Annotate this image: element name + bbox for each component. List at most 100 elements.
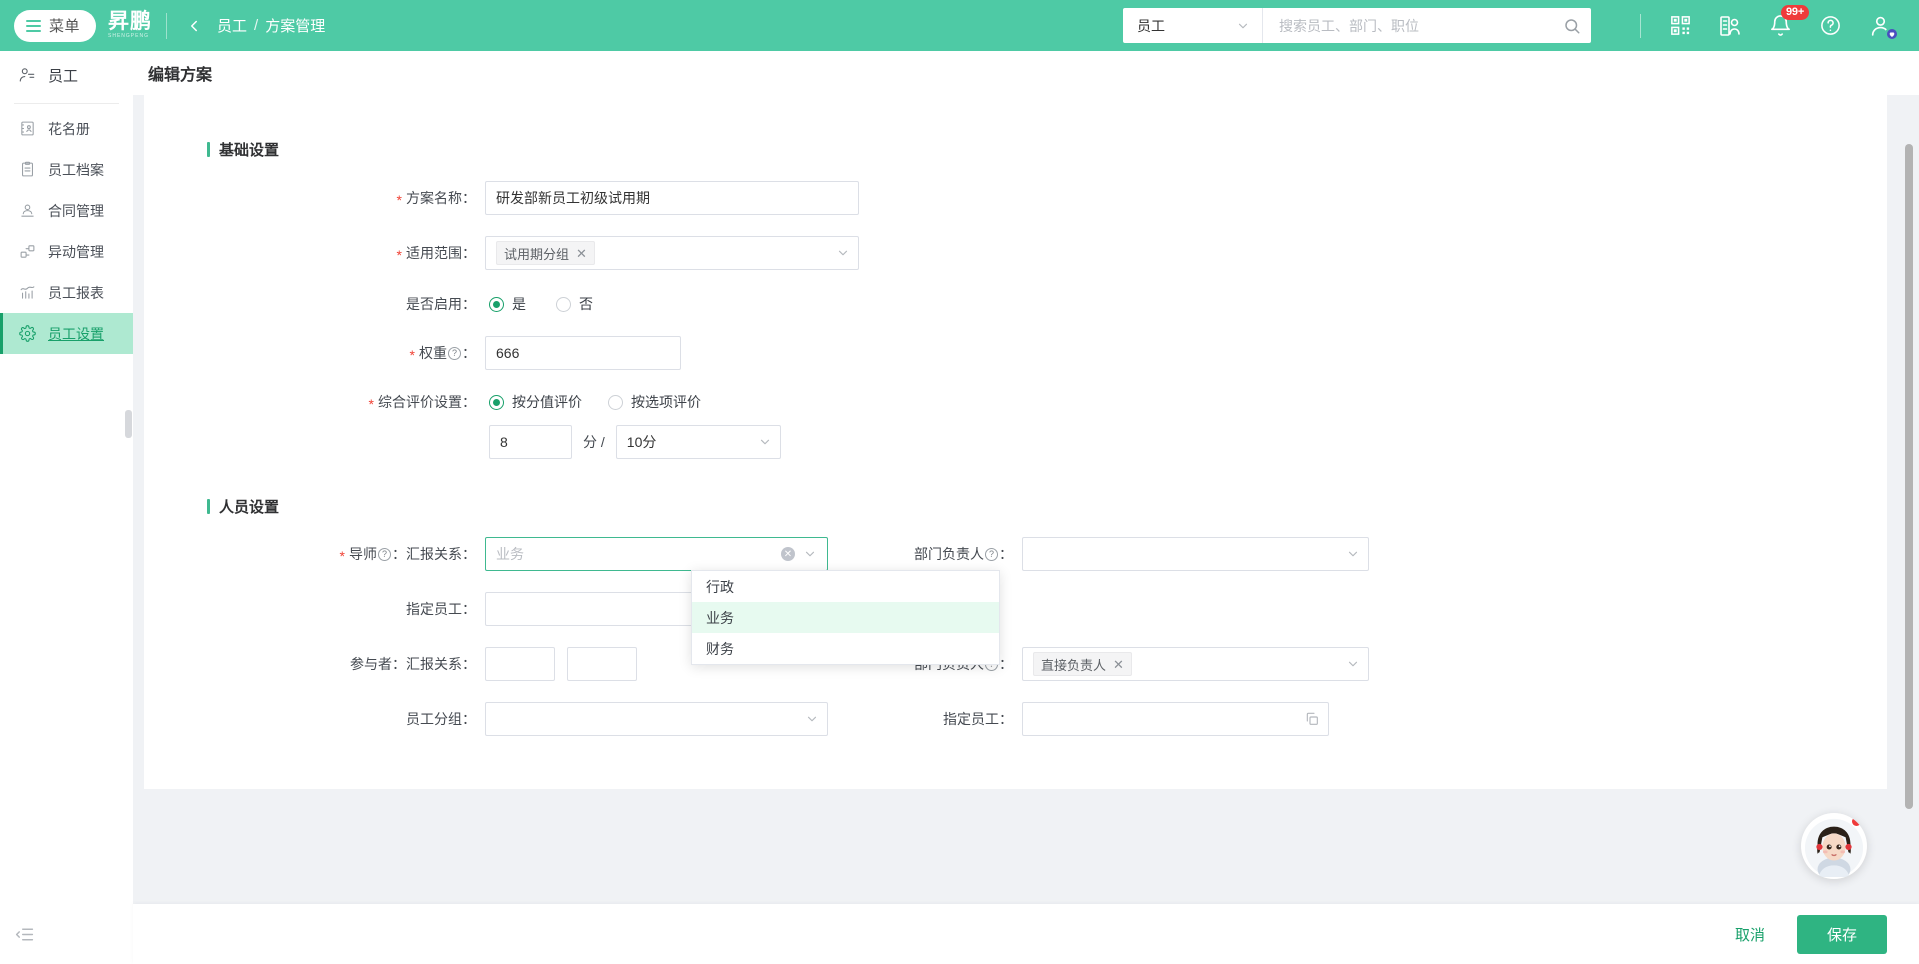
menu-button[interactable]: 菜单 [14,10,96,42]
mentor-select-controls: ✕ [781,547,817,561]
radio-eval-by-option[interactable]: 按选项评价 [608,392,701,412]
scope-multiselect[interactable]: 试用期分组 ✕ [485,236,859,270]
field-label-enabled: 是否启用： [144,294,485,314]
field-label-scope: * 适用范围： [144,243,485,263]
header-actions-divider [1640,14,1641,38]
sidebar-item-transfer[interactable]: 异动管理 [0,231,133,272]
radio-label: 是 [512,294,526,314]
report-chart-icon [18,284,36,302]
field-label-text: 员工分组： [406,709,476,729]
chevron-down-icon [1346,547,1360,561]
radio-enabled-yes[interactable]: 是 [489,294,526,314]
sidebar-item-label: 员工设置 [48,324,104,344]
help-question-icon[interactable]: ? [985,548,998,561]
user-avatar-icon[interactable] [1855,0,1905,51]
sidebar-item-roster[interactable]: 花名册 [0,108,133,149]
search-input[interactable] [1277,17,1563,35]
field-label-text: 指定员工： [406,599,476,619]
brand-subtitle: SHENGPENG [108,34,152,39]
sidebar-item-report[interactable]: 员工报表 [0,272,133,313]
back-button[interactable] [181,13,207,39]
radio-label: 否 [579,294,593,314]
header-actions: 99+ [1636,0,1919,51]
field-label-text: 部门负责人 [914,544,984,564]
employee-group-select[interactable] [485,702,828,736]
score-total-select[interactable]: 10分 [616,425,781,459]
help-question-icon[interactable]: ? [448,347,461,360]
brand-logo: 昇鹏 SHENGPENG [108,11,152,39]
notification-bell-icon[interactable]: 99+ [1755,0,1805,51]
score-unit-label: 分 / [583,432,605,452]
section-title-personnel: 人员设置 [207,496,1887,517]
field-row-plan-name: * 方案名称： 研发部新员工初级试用期 [144,181,1887,215]
participant-option-b[interactable] [567,647,637,681]
menu-button-label: 菜单 [49,15,80,36]
cancel-button[interactable]: 取消 [1721,916,1779,953]
field-row-participant: 参与者：汇报关系： 部门负责人 ? ： 直接负责人 ✕ [144,647,1887,681]
participant-dept-owner-select[interactable]: 直接负责人 ✕ [1022,647,1369,681]
score-value-input[interactable]: 8 [489,425,572,459]
field-label-weight: * 权重 ? ： [144,343,485,363]
sidebar-item-employee-file[interactable]: 员工档案 [0,149,133,190]
chat-assistant-avatar[interactable] [1801,813,1867,879]
clear-icon[interactable]: ✕ [781,547,795,561]
page-title: 编辑方案 [148,61,212,85]
help-icon[interactable] [1805,0,1855,51]
breadcrumb-item-1[interactable]: 方案管理 [265,15,325,36]
remove-tag-icon[interactable]: ✕ [576,247,587,260]
assigned-employee-2-select[interactable] [1022,702,1329,736]
copy-select-icon[interactable] [1304,711,1320,727]
plan-name-value: 研发部新员工初级试用期 [496,188,650,208]
chevron-down-icon [758,435,772,449]
field-label-colon: ： [462,343,476,363]
breadcrumb: 员工 / 方案管理 [217,15,325,36]
search-icon[interactable] [1563,17,1581,35]
plan-name-input[interactable]: 研发部新员工初级试用期 [485,181,859,215]
sidebar-item-label: 员工档案 [48,160,104,180]
dropdown-option-0[interactable]: 行政 [692,571,999,602]
field-label-text: 参与者：汇报关系： [350,654,476,674]
employee-icon [18,66,36,84]
sidebar-divider [14,103,119,104]
field-row-overall-eval: * 综合评价设置： 按分值评价 按选项评价 [144,392,1887,412]
mentor-dept-owner-select[interactable] [1022,537,1369,571]
required-marker: * [397,248,402,262]
vertical-scrollbar[interactable] [1905,144,1913,856]
field-label-employee-group: 员工分组： [144,709,485,729]
sidebar-resize-handle[interactable] [125,410,132,438]
radio-eval-by-score[interactable]: 按分值评价 [489,392,582,412]
remove-tag-icon[interactable]: ✕ [1113,658,1124,671]
field-label-text: 是否启用： [406,294,476,314]
field-row-employee-group: 员工分组： 指定员工： [144,702,1887,736]
dropdown-option-label: 行政 [706,577,734,597]
weight-input[interactable]: 666 [485,336,681,370]
sidebar-item-employee-settings[interactable]: 员工设置 [0,313,133,354]
dropdown-option-1[interactable]: 业务 [692,602,999,633]
qrcode-icon[interactable] [1655,0,1705,51]
participant-dept-owner-tag: 直接负责人 ✕ [1033,652,1132,676]
breadcrumb-item-0[interactable]: 员工 [217,15,247,36]
field-row-assigned-employee: 指定员工： [144,592,1887,626]
participant-option-a[interactable] [485,647,555,681]
mentor-report-relation-select[interactable]: 业务 ✕ [485,537,828,571]
collapse-sidebar-icon[interactable] [14,924,36,946]
radio-enabled-no[interactable]: 否 [556,294,593,314]
field-label-suffix: ：汇报关系： [392,544,476,564]
save-button[interactable]: 保存 [1797,915,1887,954]
sidebar-header-employee[interactable]: 员工 [0,53,133,97]
sidebar-item-label: 花名册 [48,119,90,139]
sidebar-item-label: 异动管理 [48,242,104,262]
search-scope-select[interactable]: 员工 [1123,8,1263,43]
help-question-icon[interactable]: ? [378,548,391,561]
user-status-badge-icon [1885,27,1899,41]
score-value: 8 [500,434,508,450]
enabled-radio-group: 是 否 [485,294,593,314]
org-contacts-icon[interactable] [1705,0,1755,51]
scrollbar-thumb[interactable] [1905,144,1913,809]
sidebar-item-contract[interactable]: 合同管理 [0,190,133,231]
global-search: 员工 [1123,8,1591,43]
score-total-value: 10分 [627,432,657,452]
field-row-score: 8 分 / 10分 [144,425,1887,459]
required-marker: * [397,193,402,207]
dropdown-option-2[interactable]: 财务 [692,633,999,664]
